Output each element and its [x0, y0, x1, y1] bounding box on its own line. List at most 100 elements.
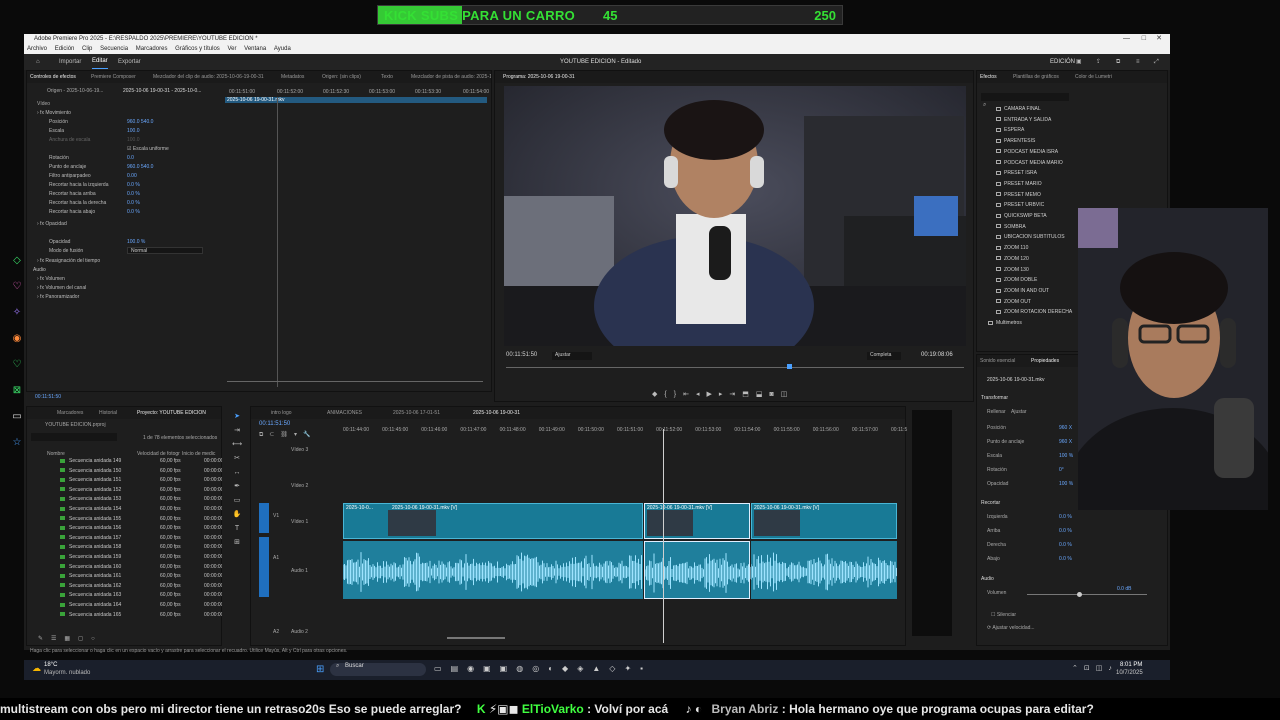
play-icon[interactable]: ▶	[706, 391, 718, 398]
ec-val-recorte-der[interactable]: 0.0 %	[127, 200, 140, 206]
list-item[interactable]: Secuencia anidada 159 60,00 fps 00:00:00:0…	[26, 554, 222, 563]
tab-animaciones[interactable]: ANIMACIONES	[327, 407, 362, 419]
ec-val-rotacion[interactable]: 0.0	[127, 155, 134, 161]
list-item[interactable]: Secuencia anidada 160 60,00 fps 00:00:00:0…	[26, 564, 222, 573]
effects-preset-item[interactable]: ENTRADA Y SALIDA	[996, 117, 1051, 123]
ec-row-recorte-izq[interactable]: Recortar hacia la izquierda	[49, 182, 108, 188]
maximize-icon[interactable]: □	[1142, 34, 1146, 44]
tab-propiedades[interactable]: Propiedades	[1031, 355, 1059, 367]
track-v1-source[interactable]	[259, 503, 269, 533]
ec-val-filtro[interactable]: 0.00	[127, 173, 137, 179]
ec-val-recorte-izq[interactable]: 0.0 %	[127, 182, 140, 188]
menu-edicion[interactable]: Edición	[55, 46, 75, 52]
transport-controls[interactable]: ◆{}⇤◂▶▸⇥⬒⬓◙◫	[652, 390, 794, 398]
col-inicio[interactable]: Inicio de medic	[182, 451, 215, 457]
snap-icon[interactable]: ⊂	[269, 432, 280, 438]
menu-clip[interactable]: Clip	[82, 46, 92, 52]
timeline-playhead[interactable]	[663, 429, 664, 643]
track-a2-code[interactable]: A2	[273, 629, 279, 635]
ec-val-anclaje[interactable]: 960.0 540.0	[127, 164, 153, 170]
nest-icon[interactable]: ⧉	[259, 432, 269, 438]
home-icon[interactable]: ⌂	[36, 54, 40, 70]
audio-clip[interactable]	[343, 541, 643, 599]
ec-row-recorte-der[interactable]: Recortar hacia la derecha	[49, 200, 106, 206]
effects-preset-item[interactable]: ZOOM 110	[996, 245, 1028, 251]
speed-button[interactable]: ⟳ Ajustar velocidad...	[987, 625, 1035, 631]
timeline-zoom-scroll[interactable]	[447, 637, 505, 639]
ec-val-recorte-abajo[interactable]: 0.0 %	[127, 209, 140, 215]
crop-value[interactable]: 0.0 %	[1059, 556, 1072, 562]
tab-controles-efectos[interactable]: Controles de efectos	[30, 71, 76, 83]
tab-editar[interactable]: Editar	[92, 54, 108, 69]
col-nombre[interactable]: Nombre	[47, 451, 65, 457]
chrome-icon[interactable]: ◐	[548, 664, 562, 673]
track-select-icon[interactable]: ⇥	[229, 424, 245, 438]
caption-tool-icon[interactable]: ⊞	[229, 536, 245, 550]
crop-value[interactable]: 0.0 %	[1059, 542, 1072, 548]
effects-preset-item[interactable]: PRESET URBVIC	[996, 202, 1044, 208]
ec-row-movimiento[interactable]: › fx Movimiento	[37, 110, 71, 116]
ec-ruler[interactable]: 00:11:51:00 00:11:52:00 00:11:52:30 00:1…	[225, 89, 491, 107]
tools-icon[interactable]: ⧉	[1116, 54, 1120, 70]
linked-icon[interactable]: ⛓	[280, 432, 294, 438]
list-item[interactable]: Secuencia anidada 161 60,00 fps 00:00:00:0…	[26, 573, 222, 582]
menu-archivo[interactable]: Archivo	[27, 46, 47, 52]
sparkle-icon[interactable]: ✧	[12, 308, 22, 318]
ec-row-reasignacion[interactable]: › fx Reasignación del tiempo	[37, 258, 100, 264]
ec-playhead[interactable]	[277, 97, 278, 387]
quality-select[interactable]: Completa	[867, 352, 901, 360]
go-out-icon[interactable]: ⇥	[729, 391, 742, 398]
effects-preset-item[interactable]: PODCAST MEDIA MARIO	[996, 160, 1063, 166]
effects-preset-item[interactable]: UBICACION SUBTITULOS	[996, 234, 1065, 240]
heart-outline-icon[interactable]: ♡	[12, 360, 22, 370]
ec-row-opacidad[interactable]: Opacidad	[49, 239, 70, 245]
list-item[interactable]: Secuencia anidada 155 60,00 fps 00:00:00:0…	[26, 516, 222, 525]
explorer-icon[interactable]: ▤	[451, 664, 468, 673]
track-v1-code[interactable]: V1	[273, 513, 279, 519]
program-timecode[interactable]: 00:11:51:50	[506, 352, 537, 358]
step-forward-icon[interactable]: ▸	[719, 391, 730, 398]
out-point-icon[interactable]: }	[674, 391, 683, 398]
video-clip[interactable]: 2025-10-06 19-00-31.mkv [V]	[751, 503, 897, 539]
tab-metadatos[interactable]: Metadatos	[281, 71, 304, 83]
list-item[interactable]: Secuencia anidada 153 60,00 fps 00:00:00:0…	[26, 496, 222, 505]
ec-row-escala[interactable]: Escala	[49, 128, 64, 134]
tab-lumetri[interactable]: Color de Lumetri	[1075, 71, 1112, 83]
app-icon[interactable]: ▪	[640, 664, 652, 673]
list-item[interactable]: Secuencia anidada 163 60,00 fps 00:00:00:0…	[26, 592, 222, 601]
volume-value[interactable]: 0.0 dB	[1117, 586, 1131, 592]
prop-value[interactable]: 960 X	[1059, 439, 1072, 445]
chat-icon[interactable]: ▭	[12, 412, 22, 422]
ec-row-panoramizador[interactable]: › fx Panoramizador	[37, 294, 79, 300]
icon-view-icon[interactable]: ▦	[64, 636, 78, 642]
tab-efectos[interactable]: Efectos	[980, 71, 997, 83]
tab-origen[interactable]: Origen: (sin clips)	[322, 71, 361, 83]
col-fps[interactable]: Velocidad de fotogr	[137, 451, 180, 457]
section-audio-props[interactable]: Audio	[981, 576, 994, 582]
tab-texto[interactable]: Texto	[381, 71, 393, 83]
tab-mezclador-clip[interactable]: Mezclador del clip de audio: 2025-10-06-…	[153, 71, 264, 83]
track-a2-label[interactable]: Audio 2	[291, 629, 308, 635]
ec-row-volumen-canal[interactable]: › fx Volumen del canal	[37, 285, 86, 291]
eye-icon[interactable]: ◉	[12, 334, 22, 344]
pen-tool-icon[interactable]: ✒	[229, 480, 245, 494]
ripple-edit-icon[interactable]: ⟷	[229, 438, 245, 452]
tab-plantillas[interactable]: Plantillas de gráficos	[1013, 71, 1059, 83]
tab-proyecto[interactable]: Proyecto: YOUTUBE EDICION	[137, 407, 206, 419]
app-icon[interactable]: ◇	[609, 664, 624, 673]
tab-mezclador-pista[interactable]: Mezclador de pista de audio: 2025-10-06-…	[411, 71, 491, 83]
effects-preset-item[interactable]: SOMBRA	[996, 224, 1026, 230]
ec-val-recorte-arriba[interactable]: 0.0 %	[127, 191, 140, 197]
heart-icon[interactable]: ♡	[12, 282, 22, 292]
track-a1-source[interactable]	[259, 537, 269, 597]
section-recortar[interactable]: Recortar	[981, 500, 1000, 506]
source-label[interactable]: Origen - 2025-10-06-19...	[47, 88, 103, 94]
track-v1-label[interactable]: Vídeo 1	[291, 519, 308, 525]
tab-seq-2[interactable]: 2025-10-06 19-00-31	[473, 407, 520, 419]
list-view-icon[interactable]: ☰	[51, 636, 64, 642]
lift-icon[interactable]: ⬒	[742, 391, 756, 398]
in-point-icon[interactable]: {	[664, 391, 673, 398]
app-icon[interactable]: ◍	[516, 664, 532, 673]
app-icon[interactable]: ✦	[624, 664, 640, 673]
effects-preset-item[interactable]: ZOOM ROTACION DERECHA	[996, 309, 1072, 315]
